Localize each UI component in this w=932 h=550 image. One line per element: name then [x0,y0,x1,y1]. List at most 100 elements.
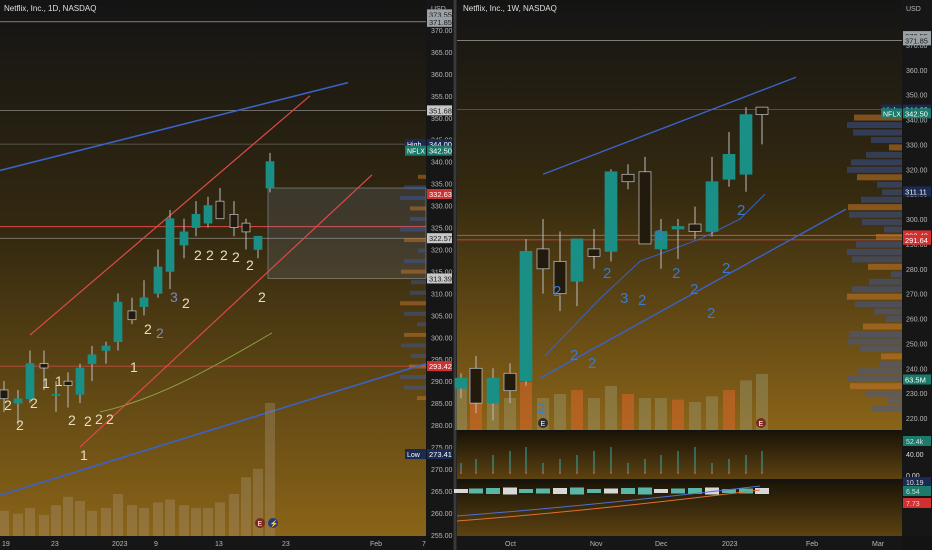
left-axis-tick: 280.00 [431,423,453,430]
right-volume-profile-bar [852,256,902,263]
left-news-icon-label: ⚡ [270,519,279,528]
right-volume-profile-bar [856,241,902,248]
right-indicator2-bar [503,487,517,495]
left-volume-bar [101,508,111,536]
right-volume-profile-bar [889,144,902,151]
right-candle-body [486,377,500,404]
left-candle-body [215,200,225,220]
right-indicator1-dot [694,472,696,474]
left-volume-bar [165,499,175,536]
right-volume-profile-bar [882,189,902,196]
right-wave-label: 2 [722,260,730,277]
left-time-label: 13 [215,541,223,548]
left-volume-profile-bar [410,206,426,211]
right-axis-tick: 320.00 [906,167,928,174]
left-volume-bar [139,508,149,536]
right-wave-label: 3 [655,227,663,244]
left-candle-body [229,213,239,228]
right-wave-label: 2 [707,305,715,322]
left-price-tag-label: 371.85 [429,18,452,27]
right-volume-profile-bar [866,151,902,158]
right-price-tag-caption: NFLX [883,111,901,118]
right-volume-profile-bar [865,390,902,397]
right-time-label: Oct [505,541,516,548]
left-volume-profile-bar [400,227,426,232]
chart-workspace: 370.00365.00360.00355.00350.00345.00340.… [0,0,932,550]
left-candle-body [241,222,251,233]
right-volume-profile-bar [863,323,902,330]
chart-canvas[interactable]: 370.00365.00360.00355.00350.00345.00340.… [0,0,932,550]
left-axis-tick: 320.00 [431,247,453,254]
right-indicator1-dot [677,472,679,474]
right-indicator2-bar [454,489,468,493]
right-indicator2-bar [654,489,668,493]
right-axis-tick: 230.00 [906,391,928,398]
left-price-tag-label: 332.63 [429,190,452,199]
right-axis-tick: 280.00 [906,267,928,274]
left-wave-label: 2 [144,321,152,337]
right-indicator1-dot [610,472,612,474]
left-time-label: 9 [154,541,158,548]
right-indicator1-label: 52.4k [906,439,924,446]
right-volume-profile-bar [849,330,902,337]
left-time-label: 23 [51,541,59,548]
right-indicator2-label: 6.54 [906,489,920,496]
right-axis-tick: 220.00 [906,416,928,423]
right-volume-profile-bar [851,159,902,166]
right-volume-profile-bar [847,293,902,300]
right-volume-profile-bar [879,360,902,367]
right-volume-profile-bar [881,353,902,360]
right-volume-profile-bar [886,316,902,323]
right-volume-profile-bar [884,226,902,233]
left-volume-profile-bar [404,332,426,337]
left-price-tag-label: 342.50 [429,147,452,156]
right-volume-profile-bar [888,398,902,405]
left-candle-body [39,363,49,369]
left-volume-bar [0,510,9,536]
right-axis-tick: 360.00 [906,68,928,75]
right-time-label: Nov [590,541,603,548]
right-axis-tick: 260.00 [906,317,928,324]
right-axis-tick: 270.00 [906,292,928,299]
right-volume-profile-bar [862,219,902,226]
left-volume-profile-bar [404,311,426,316]
left-wave-label: 1 [80,447,88,463]
right-volume-profile-bar [860,345,902,352]
left-wave-label-extra: 2 [220,247,228,263]
right-volume-profile-bar [891,271,902,278]
left-volume-profile-bar [418,174,426,179]
right-wave-label: 2 [537,400,545,417]
right-candle-body [638,171,652,245]
left-volume-profile-bar [404,385,426,390]
right-indicator1-dot [745,472,747,474]
left-volume-bar [153,502,163,536]
right-candle-body [621,173,635,183]
right-volume-profile-bar [869,278,902,285]
left-earnings-icon-label: E [258,521,263,528]
right-wave-label: 3 [620,290,628,307]
left-wave-label: 3 [170,289,178,305]
left-volume-profile-bar [401,269,426,274]
left-time-axis[interactable] [0,536,426,550]
right-volume-profile-bar [861,196,902,203]
left-wave-label: 1 [42,375,50,391]
left-axis-tick: 325.00 [431,226,453,233]
right-indicator1-dot [576,472,578,474]
right-volume-profile-bar [858,368,902,375]
right-volume-profile-bar [855,301,902,308]
left-volume-profile-bar [404,259,426,264]
left-volume-profile-bar [410,216,426,221]
right-time-axis[interactable] [457,536,902,550]
right-earnings-icon-1-label: E [541,421,546,428]
right-time-label: Mar [872,541,885,548]
right-indicator1-dot [492,472,494,474]
right-indicator2-bar [587,489,601,493]
right-indicator1-dot [660,472,662,474]
right-candle-body [671,226,685,230]
right-axis-currency: USD [906,6,921,13]
right-indicator1-background [457,432,902,479]
right-volume-profile-bar [877,181,902,188]
right-volume-bar [639,398,651,430]
right-volume-profile-bar [847,166,902,173]
right-time-label: Dec [655,541,668,548]
